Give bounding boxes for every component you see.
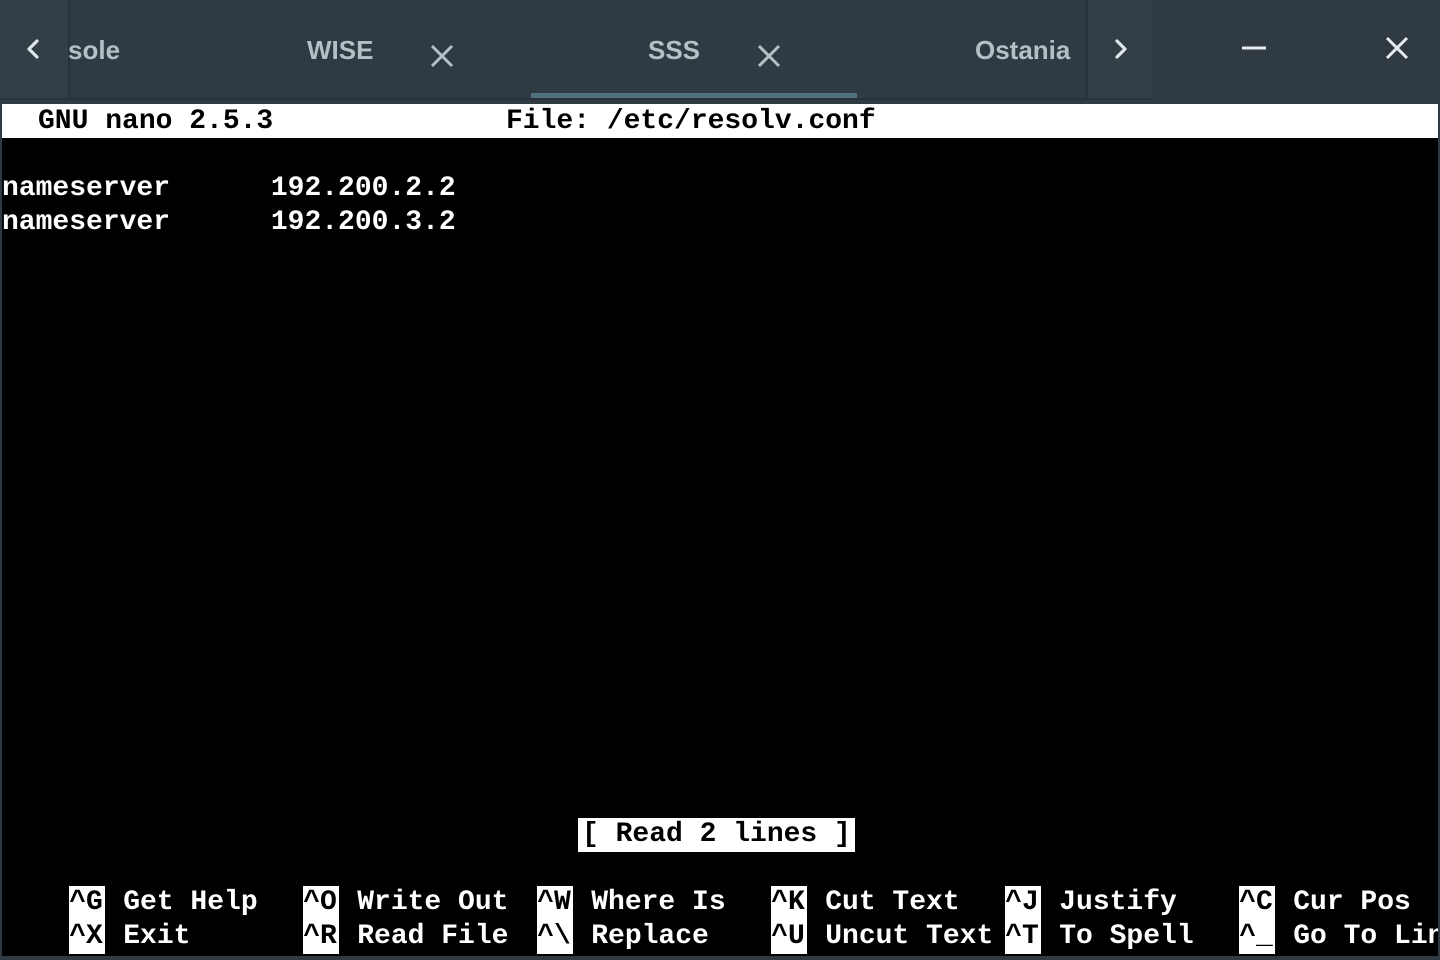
- tab-label: Ostania: [975, 35, 1071, 65]
- tab-label: sole: [68, 35, 121, 65]
- shortcut-key: ^R: [303, 920, 340, 954]
- tab-label: WISE: [307, 35, 374, 65]
- chevron-left-icon: [27, 39, 39, 59]
- shortcut-exit: ^X Exit: [2, 886, 190, 954]
- window-edge: [0, 104, 2, 960]
- shortcut-key: ^\: [537, 920, 574, 954]
- tab-label: SSS: [648, 35, 701, 65]
- tab-console[interactable]: sole: [68, 30, 120, 70]
- shortcut-label: Replace: [591, 921, 709, 952]
- minimize-button[interactable]: [1236, 30, 1272, 66]
- editor-line[interactable]: nameserver 192.200.2.2: [2, 172, 456, 206]
- tab-sss[interactable]: SSS: [648, 30, 700, 70]
- shortcut-cur-pos: ^C Cur Pos: [1172, 852, 1411, 920]
- shortcut-write-out: ^O Write Out: [236, 852, 508, 920]
- close-icon: [1385, 36, 1409, 60]
- window-edge: [0, 956, 1440, 960]
- tab-strip: sole WISE SSS Ostania: [0, 0, 1440, 104]
- shortcut-cut-text: ^K Cut Text: [704, 852, 960, 920]
- shortcut-get-help: ^G Get Help: [2, 852, 258, 920]
- shortcut-key: ^U: [771, 920, 808, 954]
- tab-ostania[interactable]: Ostania: [975, 30, 1070, 70]
- nano-file-name: File: /etc/resolv.conf: [506, 106, 876, 137]
- close-icon: [757, 44, 781, 68]
- shortcut-go-to-line: ^_ Go To Line: [1172, 886, 1440, 954]
- tab-strip-divider: [0, 98, 1152, 100]
- shortcut-where-is: ^W Where Is: [470, 852, 726, 920]
- close-window-button[interactable]: [1379, 30, 1415, 66]
- shortcut-key: ^X: [69, 920, 106, 954]
- scroll-tabs-right-button[interactable]: [1086, 0, 1152, 98]
- shortcut-justify: ^J Justify: [938, 852, 1177, 920]
- nano-title-bar: GNU nano 2.5.3 File: /etc/resolv.conf: [2, 104, 1438, 138]
- shortcut-label: Exit: [123, 921, 191, 952]
- chevron-right-icon: [1115, 39, 1127, 59]
- tab-wise-close-button[interactable]: [428, 42, 456, 70]
- tab-sss-close-button[interactable]: [755, 42, 783, 70]
- tab-wise[interactable]: WISE: [307, 30, 373, 70]
- minimize-icon: [1242, 46, 1266, 50]
- nano-status-message: [ Read 2 lines ]: [578, 818, 855, 852]
- shortcut-to-spell: ^T To Spell: [938, 886, 1194, 954]
- shortcut-key: ^T: [1005, 920, 1042, 954]
- editor-line[interactable]: nameserver 192.200.3.2: [2, 206, 456, 240]
- shortcut-replace: ^\ Replace: [470, 886, 709, 954]
- shortcut-key: ^_: [1239, 920, 1276, 954]
- terminal-window[interactable]: GNU nano 2.5.3 File: /etc/resolv.conf na…: [2, 104, 1440, 956]
- shortcut-read-file: ^R Read File: [236, 886, 508, 954]
- close-icon: [430, 44, 454, 68]
- scroll-tabs-left-button[interactable]: [0, 0, 70, 98]
- shortcut-label: Go To Line: [1293, 921, 1440, 952]
- nano-version: GNU nano 2.5.3: [38, 106, 274, 137]
